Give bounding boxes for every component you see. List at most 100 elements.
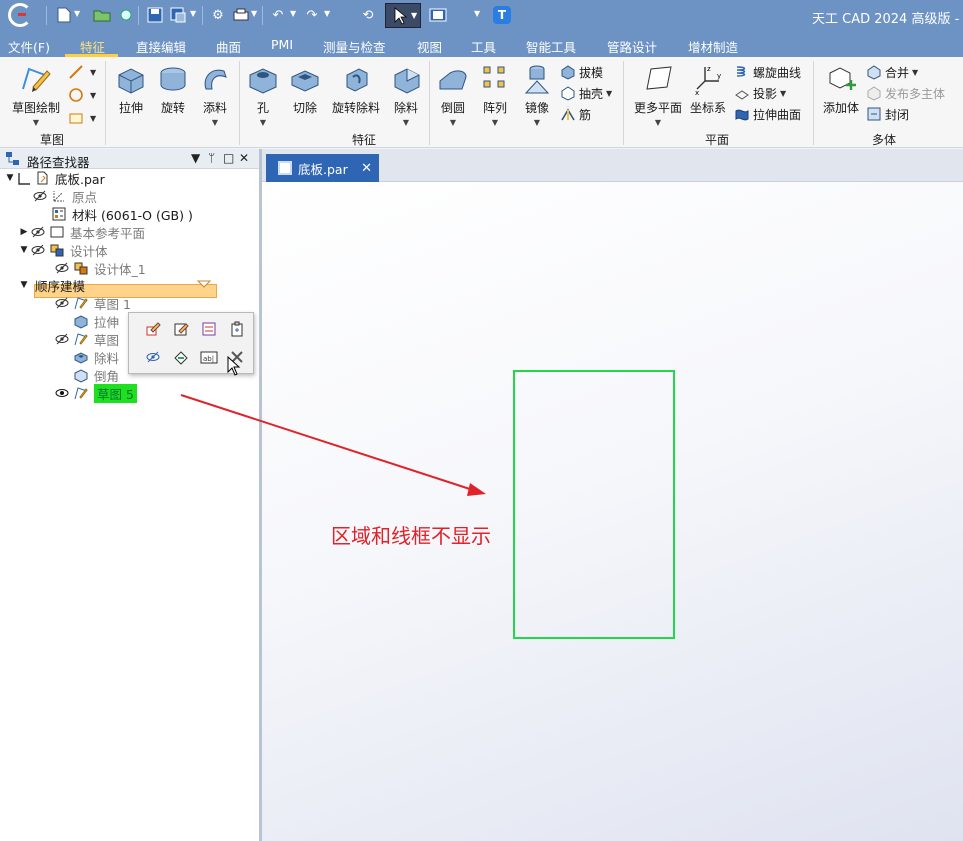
tree-item-root[interactable]: ▼ 底板.par <box>3 169 105 187</box>
projection-button[interactable]: 投影 ▼ <box>734 84 786 102</box>
tab-direct-edit[interactable]: 直接编辑 <box>136 37 186 56</box>
edit-profile-button[interactable] <box>142 318 164 340</box>
pattern-button[interactable]: 阵列 ▼ <box>472 63 518 133</box>
more-planes-button[interactable]: 更多平面 ▼ <box>630 63 686 133</box>
hole-button[interactable]: 孔 ▼ <box>240 63 286 133</box>
tab-additive[interactable]: 增材制造 <box>688 37 738 56</box>
tree-item-origin[interactable]: 原点 <box>33 187 97 205</box>
coordinate-system-button[interactable]: zyx 坐标系 <box>686 63 730 133</box>
rename-button[interactable]: ab| <box>198 346 220 368</box>
sweep-add-button[interactable]: 添料 ▼ <box>192 63 238 133</box>
chevron-down-icon[interactable]: ▼ <box>324 9 330 18</box>
combine-button[interactable]: 合并 ▼ <box>866 63 918 81</box>
part-document-icon <box>278 161 292 175</box>
close-icon[interactable]: ✕ <box>239 151 249 165</box>
shell-button[interactable]: 抽壳 ▼ <box>560 84 612 102</box>
extrude-button[interactable]: 拉伸 <box>108 63 154 133</box>
tab-smart-tools[interactable]: 智能工具 <box>526 37 576 56</box>
expand-icon[interactable]: ▶ <box>17 227 31 237</box>
hidden-eye-icon[interactable] <box>31 243 45 257</box>
edit-definition-button[interactable] <box>170 318 192 340</box>
select-tool-button[interactable]: ▼ <box>385 3 421 28</box>
paste-button[interactable] <box>226 318 248 340</box>
menu-file[interactable]: 文件(F) <box>8 37 50 56</box>
tab-measure-check[interactable]: 测量与检查 <box>323 37 386 56</box>
chevron-down-icon[interactable]: ▼ <box>190 9 196 18</box>
filter-icon[interactable] <box>197 279 211 289</box>
hidden-eye-icon[interactable] <box>55 332 69 346</box>
tab-view[interactable]: 视图 <box>417 37 442 56</box>
open-icon[interactable] <box>92 5 112 25</box>
rectangle-tool-button[interactable]: ▼ <box>68 109 96 127</box>
chevron-down-icon[interactable]: ▼ <box>251 9 257 18</box>
tab-tools[interactable]: 工具 <box>471 37 496 56</box>
sketch-draw-button[interactable]: 草图绘制 ▼ <box>8 63 64 133</box>
chevron-down-icon[interactable]: ▼ <box>74 9 80 18</box>
publish-multibody-button[interactable]: 发布多主体 <box>866 84 945 102</box>
t-app-icon[interactable]: T <box>493 6 511 24</box>
settings-icon[interactable]: ⚙ <box>208 5 228 25</box>
document-tab[interactable]: 底板.par ✕ <box>266 154 379 182</box>
hidden-eye-icon[interactable] <box>55 261 69 275</box>
draft-button[interactable]: 拔模 <box>560 63 603 81</box>
hidden-eye-icon[interactable] <box>31 225 45 239</box>
hidden-eye-icon[interactable] <box>33 189 47 203</box>
save-as-icon[interactable] <box>168 5 188 25</box>
hidden-eye-icon[interactable] <box>55 296 69 310</box>
chevron-down-icon[interactable]: ▼ <box>290 9 296 18</box>
show-button[interactable] <box>170 346 192 368</box>
tree-item-cut[interactable]: 除料 <box>73 348 119 366</box>
extrude-surface-button[interactable]: 拉伸曲面 <box>734 105 801 123</box>
graphics-canvas[interactable]: 区域和线框不显示 <box>262 182 963 841</box>
select-tool-icon: ▼ <box>394 7 418 25</box>
collapse-icon[interactable]: ▼ <box>17 245 31 255</box>
chevron-down-icon[interactable]: ▼ <box>474 9 480 18</box>
remove-material-button[interactable]: 除料 ▼ <box>383 63 429 133</box>
hole-icon <box>249 68 277 94</box>
pin-icon[interactable]: ᛘ <box>208 151 215 165</box>
hide-button[interactable] <box>142 346 164 368</box>
tree-item-chamfer[interactable]: 倒角 <box>73 366 119 384</box>
tree-item-design-body[interactable]: ▼ 设计体 <box>17 241 108 259</box>
save-icon[interactable] <box>145 5 165 25</box>
tab-pmi[interactable]: PMI <box>271 37 293 52</box>
app-logo-icon[interactable] <box>8 3 32 27</box>
revolve-button[interactable]: 旋转 <box>150 63 196 133</box>
maximize-icon[interactable]: □ <box>223 151 234 165</box>
collapse-icon[interactable]: ▼ <box>17 280 31 290</box>
helix-button[interactable]: 螺旋曲线 <box>734 63 801 81</box>
close-tab-icon[interactable]: ✕ <box>361 161 372 176</box>
print-icon[interactable] <box>231 5 251 25</box>
tree-item-sketch-1[interactable]: 草图 1 <box>55 294 131 312</box>
new-file-icon[interactable] <box>54 5 74 25</box>
view-icon[interactable] <box>428 5 448 25</box>
line-tool-button[interactable]: ▼ <box>68 63 96 81</box>
rib-button[interactable]: 筋 <box>560 105 591 123</box>
tree-item-sketch-5[interactable]: 草图 5 <box>55 383 137 403</box>
tree-item-sketch-2[interactable]: 草图 <box>55 330 119 348</box>
recent-icon[interactable] <box>116 5 136 25</box>
revolve-cut-button[interactable]: 旋转除料 <box>330 63 382 133</box>
collapse-icon[interactable]: ▼ <box>3 173 17 183</box>
circle-tool-button[interactable]: ▼ <box>68 86 96 104</box>
tree-item-material[interactable]: 材料 (6061-O (GB) ) <box>51 205 193 223</box>
add-body-button[interactable]: 添加体 <box>818 63 864 133</box>
cut-button[interactable]: 切除 <box>282 63 328 133</box>
tree-item-base-planes[interactable]: ▶ 基本参考平面 <box>17 223 145 241</box>
tree-item-sequential-modeling[interactable]: ▼ 顺序建模 <box>17 276 85 294</box>
visible-eye-icon[interactable] <box>55 386 69 400</box>
chevron-down-icon: ▼ <box>90 113 97 123</box>
mirror-button[interactable]: 镜像 ▼ <box>514 63 560 133</box>
tab-surface[interactable]: 曲面 <box>216 37 241 56</box>
undo-icon[interactable]: ↶ <box>268 5 288 25</box>
tab-pipe-design[interactable]: 管路设计 <box>607 37 657 56</box>
dynamic-edit-button[interactable] <box>198 318 220 340</box>
back-icon[interactable]: ⟲ <box>358 5 378 25</box>
tree-item-extrude[interactable]: 拉伸 <box>73 312 119 330</box>
round-button[interactable]: 倒圆 ▼ <box>430 63 476 133</box>
tree-item-design-body-1[interactable]: 设计体_1 <box>55 259 146 277</box>
close-body-button[interactable]: 封闭 <box>866 105 909 123</box>
sketch-rectangle[interactable] <box>513 370 675 639</box>
redo-icon[interactable]: ↷ <box>302 5 322 25</box>
dropdown-icon[interactable]: ▼ <box>191 151 200 165</box>
